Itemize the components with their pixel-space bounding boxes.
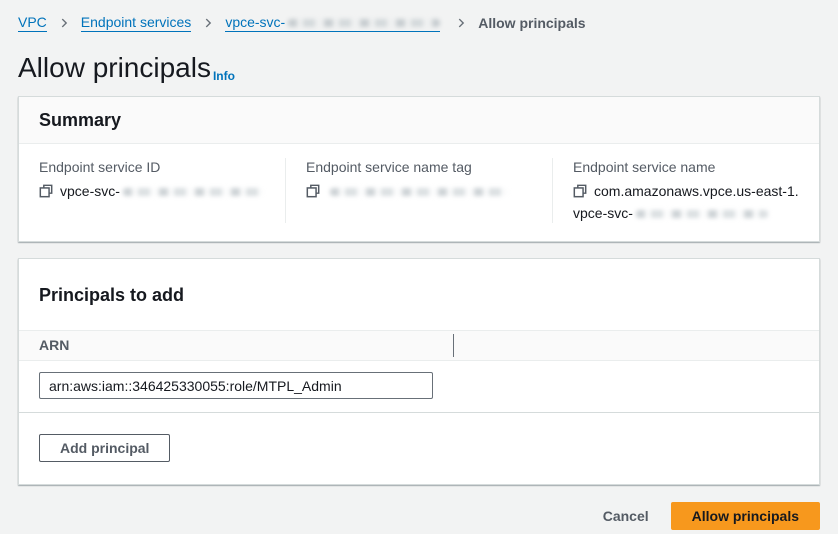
principals-card-footer: Add principal [19,413,819,484]
summary-body: Endpoint service ID vpce-svc- Endpoint s… [19,144,819,241]
field-label: Endpoint service name [573,158,799,176]
column-resize-handle[interactable] [453,334,454,357]
breadcrumb-endpoint-services[interactable]: Endpoint services [81,14,192,32]
arn-column-header: ARN [39,337,69,353]
breadcrumb-vpc[interactable]: VPC [18,14,47,32]
summary-field-endpoint-service-name: Endpoint service name com.amazonaws.vpce… [552,158,819,223]
arn-input-row [19,361,819,413]
copy-icon[interactable] [306,183,320,203]
redacted-text [636,210,768,218]
field-value [306,181,532,203]
endpoint-service-id-value: vpce-svc- [60,183,120,199]
summary-card-header: Summary [19,97,819,144]
info-link[interactable]: Info [213,69,235,83]
page-title-row: Allow principals Info [18,52,820,84]
field-label: Endpoint service name tag [306,158,532,176]
breadcrumb-current: Allow principals [478,15,585,31]
redacted-text [288,19,440,27]
field-value: vpce-svc- [39,181,265,203]
page-content: VPC Endpoint services vpce-svc- Allow pr… [0,0,838,530]
page-title: Allow principals [18,52,211,84]
chevron-right-icon [454,16,468,30]
allow-principals-button[interactable]: Allow principals [671,502,820,530]
copy-icon[interactable] [573,183,587,203]
breadcrumb-service-id-prefix: vpce-svc- [225,14,285,30]
copy-icon[interactable] [39,183,53,203]
summary-field-endpoint-service-name-tag: Endpoint service name tag [285,158,552,223]
breadcrumb-endpoint-service-id[interactable]: vpce-svc- [225,14,440,32]
summary-title: Summary [39,110,799,130]
field-label: Endpoint service ID [39,158,265,176]
principals-title: Principals to add [39,285,799,305]
principals-card-header: Principals to add [19,259,819,330]
breadcrumb: VPC Endpoint services vpce-svc- Allow pr… [18,14,820,32]
redacted-text [123,188,263,196]
add-principal-button[interactable]: Add principal [39,434,170,462]
summary-card: Summary Endpoint service ID vpce-svc- En… [18,96,820,242]
arn-column-header-row: ARN [19,330,819,361]
chevron-right-icon [201,16,215,30]
field-value: com.amazonaws.vpce.us-east-1.vpce-svc- [573,181,799,223]
arn-input[interactable] [39,372,433,399]
summary-field-endpoint-service-id: Endpoint service ID vpce-svc- [19,158,285,223]
cancel-button[interactable]: Cancel [603,503,649,529]
chevron-right-icon [57,16,71,30]
redacted-text [330,188,508,196]
principals-to-add-card: Principals to add ARN Add principal [18,258,820,485]
form-actions: Cancel Allow principals [18,502,820,530]
